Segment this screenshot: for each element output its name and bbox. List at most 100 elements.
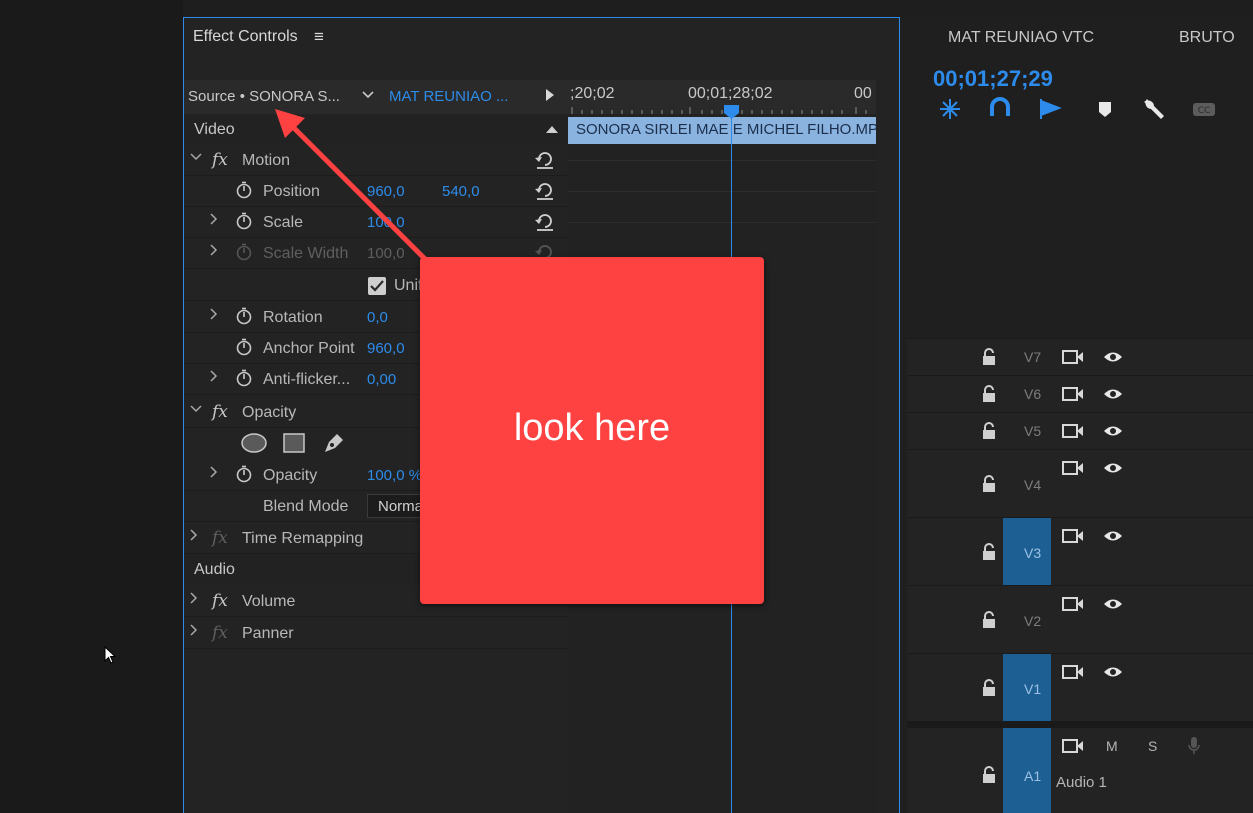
scale-label: Scale [263,214,304,231]
chevron-down-icon[interactable] [190,402,202,419]
position-row[interactable]: Position 960,0 540,0 [184,176,568,207]
chevron-down-icon[interactable] [190,150,202,167]
timeline-empty-area[interactable] [907,135,1253,338]
track-name: A1 [1024,768,1042,784]
sync-lock-icon[interactable] [1062,596,1084,612]
motion-effect-row[interactable]: fx Motion [184,145,568,176]
playhead-timecode[interactable]: 00;01;27;29 [933,66,1053,92]
stopwatch-icon[interactable] [235,465,253,483]
chevron-down-icon[interactable] [361,88,375,105]
lock-icon[interactable] [981,348,997,366]
playhead-handle-icon[interactable] [723,105,740,119]
fx-icon[interactable]: fx [212,591,228,611]
marker-icon[interactable] [1037,96,1063,122]
chevron-right-icon[interactable] [208,307,218,324]
position-x-value[interactable]: 960,0 [367,183,405,200]
track-header-v1[interactable]: V1 [907,653,1253,721]
eye-icon[interactable] [1103,387,1123,401]
play-icon[interactable] [544,88,556,105]
checkbox-checked-icon[interactable] [367,276,387,296]
snap-icon[interactable] [937,96,963,122]
microphone-icon[interactable] [1187,736,1201,756]
sync-lock-icon[interactable] [1062,738,1084,754]
stopwatch-icon[interactable] [235,369,253,387]
sync-lock-icon[interactable] [1062,349,1084,365]
track-header-v4[interactable]: V4 [907,449,1253,517]
anchor-point-x-value[interactable]: 960,0 [367,340,405,357]
magnet-icon[interactable] [987,96,1013,122]
chevron-right-icon[interactable] [188,591,198,608]
chevron-right-icon[interactable] [208,465,218,482]
lock-icon[interactable] [981,543,997,561]
source-clip-label[interactable]: Source • SONORA S... [188,88,340,105]
sync-lock-icon[interactable] [1062,664,1084,680]
wrench-icon[interactable] [1141,96,1167,122]
sequence-tab-bruto[interactable]: BRUTO [1179,29,1235,47]
ellipse-mask-icon[interactable] [240,432,268,454]
opacity-effect-label: Opacity [242,404,297,421]
scale-value[interactable]: 100,0 [367,214,405,231]
stopwatch-icon[interactable] [235,307,253,325]
lock-icon[interactable] [981,475,997,493]
eye-icon[interactable] [1103,597,1123,611]
lock-icon[interactable] [981,611,997,629]
scale-row[interactable]: Scale 100,0 [184,207,568,238]
pen-mask-icon[interactable] [321,430,347,456]
chevron-right-icon[interactable] [208,212,218,229]
sequence-dropdown[interactable]: MAT REUNIAO ... [389,88,508,105]
solo-button[interactable]: S [1148,738,1157,754]
fx-icon[interactable]: fx [212,402,228,422]
sync-lock-icon[interactable] [1062,386,1084,402]
sync-lock-icon[interactable] [1062,423,1084,439]
track-header-v6[interactable]: V6 [907,375,1253,412]
reset-icon[interactable] [534,212,556,232]
chevron-right-icon[interactable] [188,528,198,545]
panner-row[interactable]: fx Panner [184,618,568,649]
captions-icon[interactable]: CC [1191,96,1217,122]
track-name: V4 [1024,477,1042,493]
rectangle-mask-icon[interactable] [282,432,306,454]
eye-icon[interactable] [1103,461,1123,475]
flag-icon[interactable] [1092,96,1118,122]
collapse-up-icon[interactable] [545,124,559,134]
stopwatch-icon[interactable] [235,338,253,356]
anti-flicker-value[interactable]: 0,00 [367,371,396,388]
svg-text:CC: CC [1198,106,1211,116]
reset-icon[interactable] [534,150,556,170]
track-header-v5[interactable]: V5 [907,412,1253,449]
panel-menu-icon[interactable]: ≡ [314,27,324,47]
eye-icon[interactable] [1103,350,1123,364]
eye-icon[interactable] [1103,665,1123,679]
position-y-value[interactable]: 540,0 [442,183,480,200]
rotation-label: Rotation [263,309,323,326]
track-header-v7[interactable]: V7 [907,338,1253,375]
eye-icon[interactable] [1103,424,1123,438]
opacity-value[interactable]: 100,0 % [367,467,422,484]
rotation-value[interactable]: 0,0 [367,309,388,326]
track-header-v2[interactable]: V2 [907,585,1253,653]
chevron-right-icon[interactable] [208,369,218,386]
clip-bar[interactable]: SONORA SIRLEI MAE E MICHEL FILHO.MP4 [568,117,876,144]
reset-icon[interactable] [534,181,556,201]
ruler-ticks [571,107,867,114]
time-ruler[interactable]: ;20;02 00;01;28;02 00 [568,80,876,114]
stopwatch-icon[interactable] [235,212,253,230]
chevron-right-icon[interactable] [188,623,198,640]
stopwatch-icon[interactable] [235,181,253,199]
lock-icon[interactable] [981,385,997,403]
chevron-right-icon[interactable] [208,243,218,260]
sequence-tab[interactable]: MAT REUNIAO VTC [948,29,1094,47]
track-header-v3[interactable]: V3 [907,517,1253,585]
lock-icon[interactable] [981,422,997,440]
lock-icon[interactable] [981,766,997,784]
eye-icon[interactable] [1103,529,1123,543]
mute-button[interactable]: M [1106,738,1118,754]
track-header-a1[interactable]: A1 M S Audio 1 [907,727,1253,813]
sync-lock-icon[interactable] [1062,528,1084,544]
keyframe-row-divider [568,160,876,161]
panel-title[interactable]: Effect Controls [193,28,298,46]
fx-icon[interactable]: fx [212,150,228,170]
sync-lock-icon[interactable] [1062,460,1084,476]
lock-icon[interactable] [981,679,997,697]
video-section-header: Video [184,115,568,145]
